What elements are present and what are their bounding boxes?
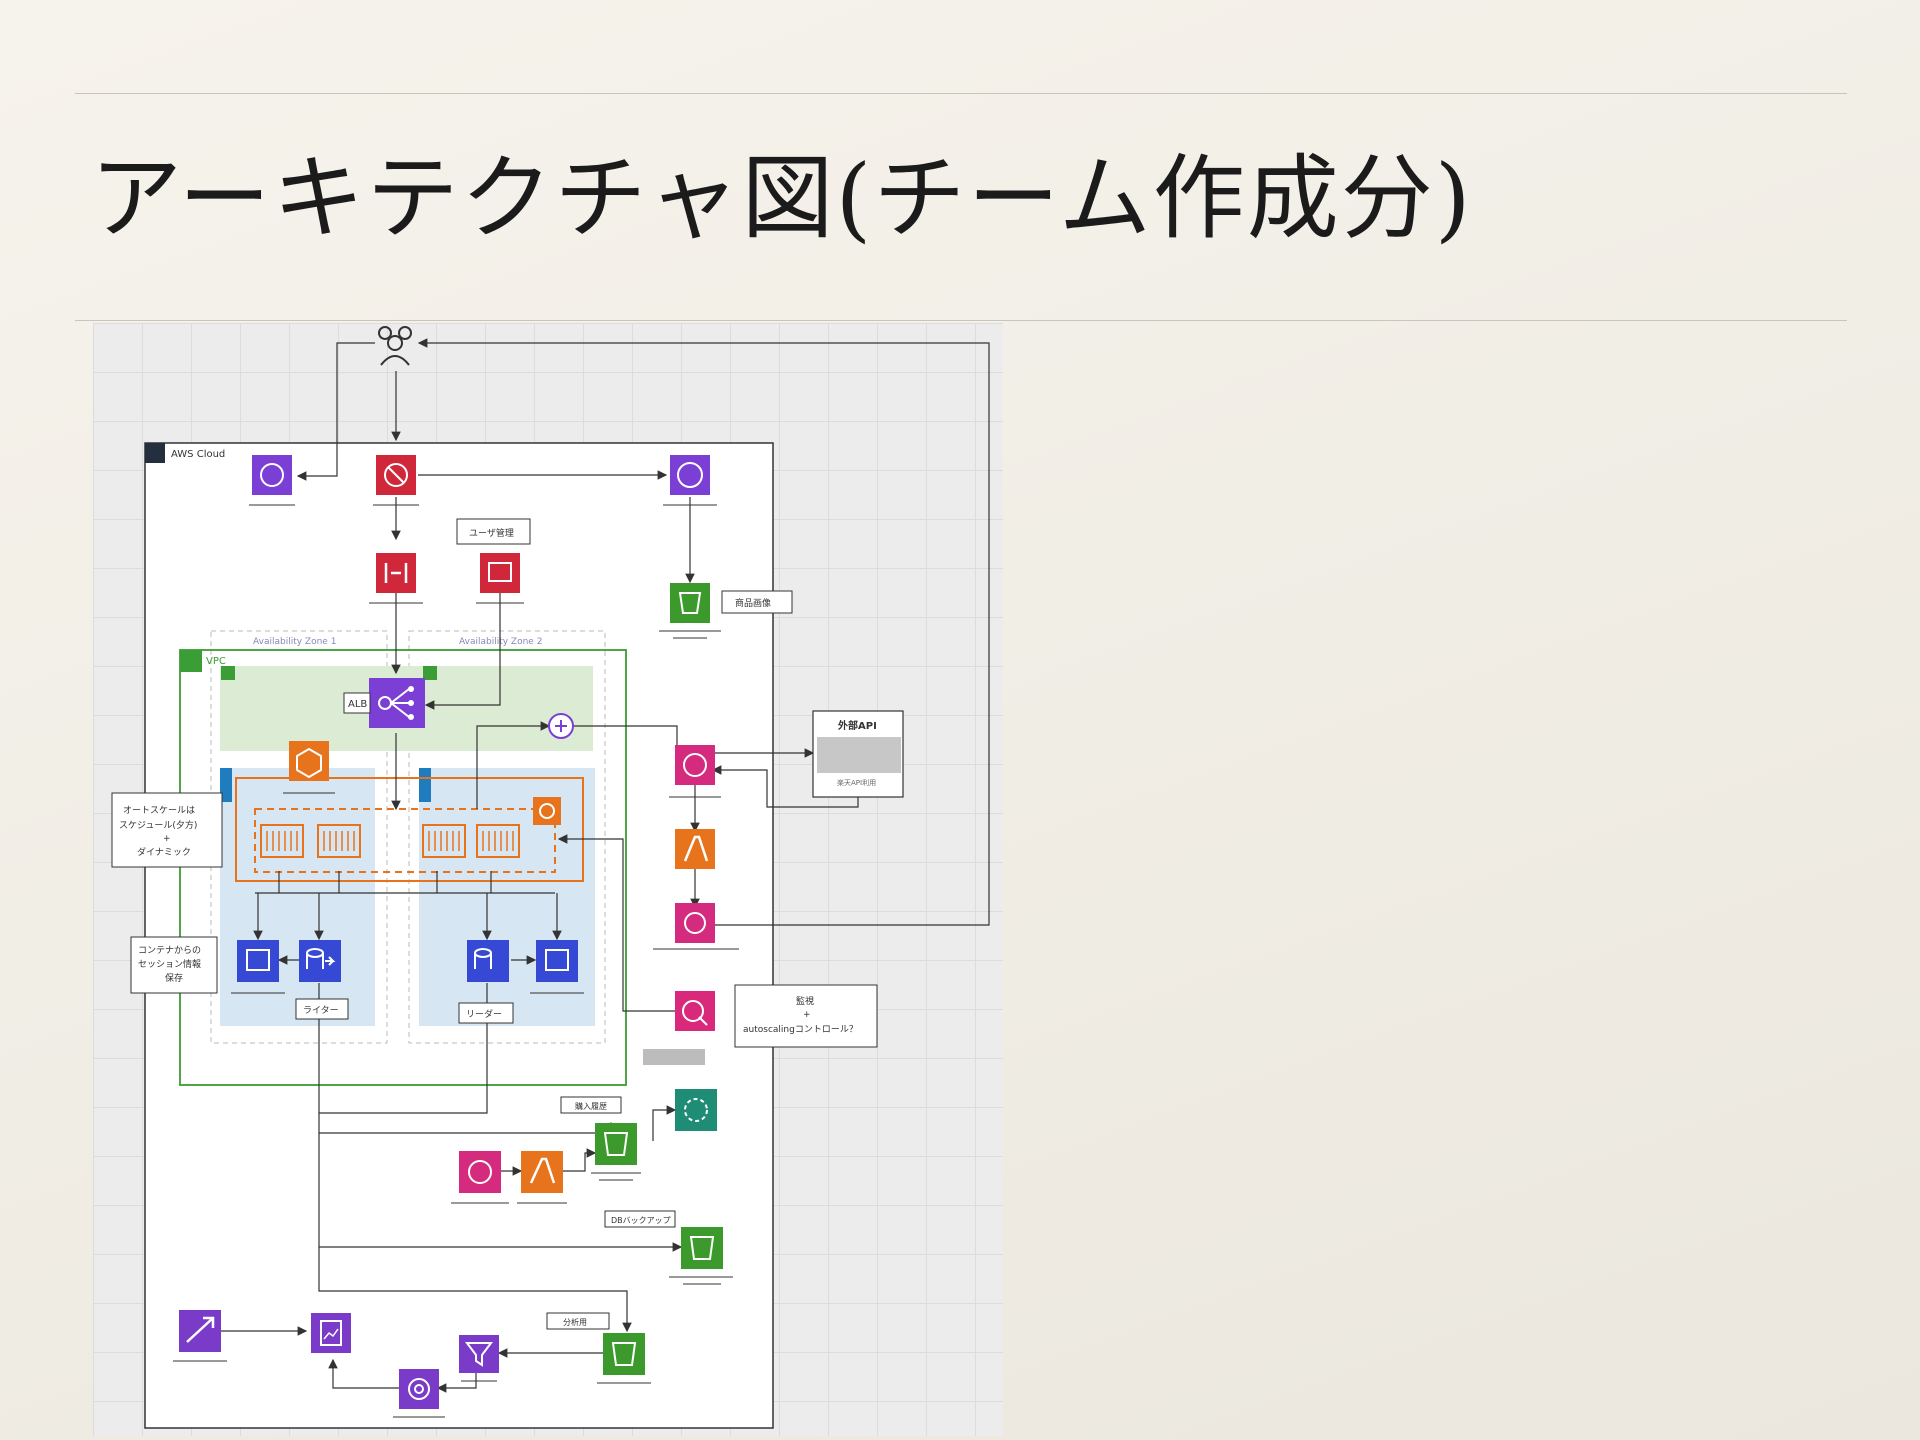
ecs-autoscaling-icon[interactable] [533,797,561,825]
autoscale-note-line-1: オートスケールは [123,805,195,816]
title-underline [75,320,1847,321]
nat-gateway-icon[interactable] [548,713,574,739]
autoscale-note-line-3: + [163,834,171,844]
autoscale-note: オートスケールは スケジュール(夕方) + ダイナミック [111,792,223,868]
external-api-box[interactable]: 外部API 楽天API利用 [812,710,904,798]
external-api-sub: 楽天API利用 [837,778,876,787]
az2-label: Availability Zone 2 [459,637,542,647]
aws-cloud-label: AWS Cloud [171,449,225,460]
private-subnet-2 [419,768,595,1026]
redacted-block-1 [643,1049,705,1065]
alb-icon[interactable] [369,678,425,728]
vpc-label: VPC [206,656,226,667]
slide-title: アーキテクチャ図(チーム作成分) [90,145,1473,252]
session-note-line-3: 保存 [165,972,183,984]
product-image-label: 商品画像 [735,597,771,609]
analysis-label: 分析用 [563,1317,587,1327]
session-note-line-2: セッション情報 [138,958,201,970]
alb-label-box: ALB [343,692,371,714]
reader-label-box: リーダー [458,1002,514,1024]
lambda-icon[interactable] [675,829,715,869]
public-subnet-icon-1 [221,666,235,680]
purchase-history-label: 購入履歴 [575,1101,607,1111]
vpc-icon [180,650,202,672]
monitoring-note-line-3: autoscalingコントロール？ [743,1025,858,1035]
cloudwatch-icon[interactable] [675,991,715,1031]
architecture-diagram: AWS Cloud Availability Zone 1 Availabili… [93,323,1003,1436]
users-icon[interactable] [378,326,412,366]
alb-label: ALB [348,699,367,710]
user-mgmt-label: ユーザ管理 [469,527,514,539]
public-subnet-icon-2 [423,666,437,680]
product-image-note: 商品画像 [721,590,793,614]
top-rule [75,93,1847,94]
monitoring-note-line-2: + [803,1010,811,1020]
reader-label: リーダー [466,1008,502,1020]
quicksight-icon[interactable] [311,1313,351,1353]
writer-label-box: ライター [295,998,349,1020]
purchase-history-note: 購入履歴 [560,1096,622,1114]
rds-reader-icon[interactable] [467,940,509,982]
db-backup-note: DBバックアップ [604,1210,676,1228]
autoscale-note-line-2: スケジュール(夕方) [119,819,197,831]
monitoring-note: 監視 + autoscalingコントロール？ [734,984,878,1048]
session-note: コンテナからの セッション情報 保存 [130,936,218,994]
external-api-label: 外部API [837,719,877,732]
user-mgmt-note: ユーザ管理 [456,518,531,545]
redacted-block-2 [817,737,901,773]
writer-label: ライター [303,1005,339,1016]
analysis-note: 分析用 [546,1312,610,1330]
private-subnet-1 [220,768,375,1026]
az1-label: Availability Zone 1 [253,637,336,647]
db-backup-label: DBバックアップ [611,1216,671,1225]
autoscale-note-line-4: ダイナミック [137,846,191,858]
sagemaker-icon[interactable] [675,1089,717,1131]
session-note-line-1: コンテナからの [138,945,201,956]
aws-cloud-logo [145,443,165,463]
rds-writer-icon[interactable] [299,940,341,982]
private-subnet-icon-2 [419,768,431,802]
monitoring-note-line-1: 監視 [796,995,814,1007]
